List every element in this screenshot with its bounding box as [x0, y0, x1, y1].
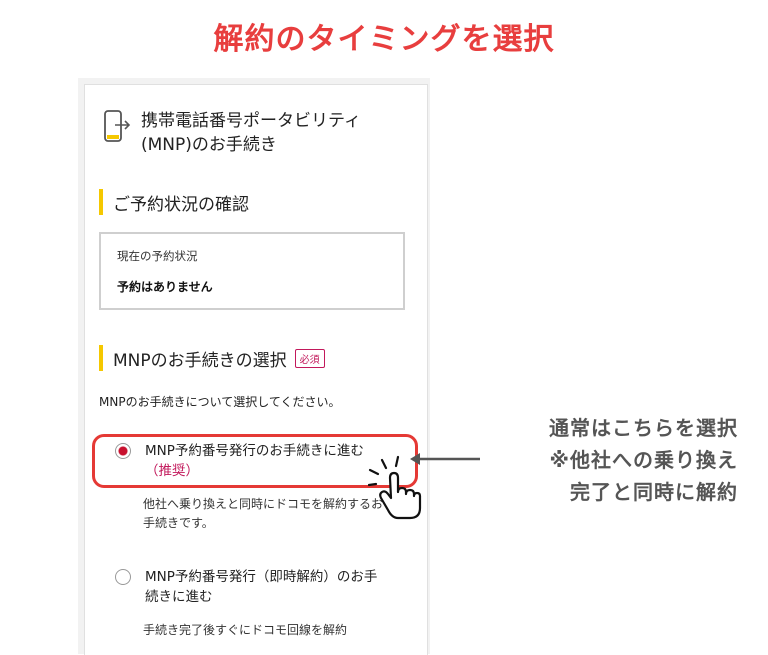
- radio-unselected[interactable]: [115, 569, 131, 585]
- mnp-screen: 携帯電話番号ポータビリティ (MNP)のお手続き ご予約状況の確認 現在の予約状…: [84, 84, 428, 655]
- procedure-heading-text: MNPのお手続きの選択: [113, 350, 287, 371]
- pointer-arrow-icon: [410, 453, 480, 465]
- option-label: MNP予約番号発行（即時解約）のお手続きに進む: [145, 569, 378, 605]
- annotation-note: 通常はこちらを選択 ※他社への乗り換え 完了と同時に解約: [549, 412, 738, 508]
- annotation-line: 通常はこちらを選択: [549, 416, 738, 440]
- mnp-title: 携帯電話番号ポータビリティ (MNP)のお手続き: [141, 111, 361, 155]
- procedure-section-heading: MNPのお手続きの選択 必須: [99, 345, 325, 371]
- option-description: 手続き完了後すぐにドコモ回線を解約: [143, 623, 348, 637]
- status-value: 予約はありません: [117, 280, 213, 294]
- reservation-section-heading: ご予約状況の確認: [99, 189, 249, 215]
- reservation-status-box: 現在の予約状況 予約はありません: [99, 232, 405, 310]
- status-label: 現在の予約状況: [117, 249, 198, 263]
- option-description: 他社へ乗り換えと同時にドコモを解約するお手続きです。: [143, 497, 384, 530]
- annotation-line: 完了と同時に解約: [570, 480, 738, 504]
- mnp-title-row: 携帯電話番号ポータビリティ (MNP)のお手続き: [103, 109, 361, 157]
- annotation-line: ※他社への乗り換え: [549, 448, 738, 472]
- reservation-heading-text: ご予約状況の確認: [113, 194, 249, 215]
- accent-bar: [99, 189, 103, 215]
- phone-transfer-icon: [104, 110, 131, 142]
- procedure-description: MNPのお手続きについて選択してください。: [99, 395, 341, 409]
- option-mnp-immediate[interactable]: MNP予約番号発行（即時解約）のお手続きに進む: [115, 567, 385, 607]
- accent-bar: [99, 345, 103, 371]
- required-badge: 必須: [294, 348, 325, 368]
- page-headline: 解約のタイミングを選択: [213, 22, 555, 57]
